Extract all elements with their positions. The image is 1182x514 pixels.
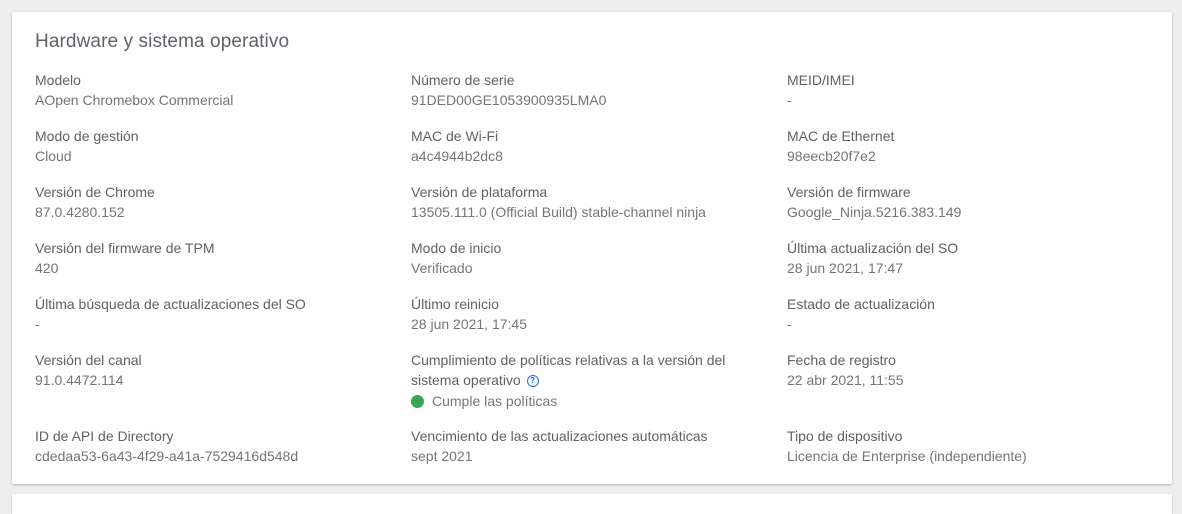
field-cumplimiento: Cumplimiento de políticas relativas a la…	[411, 350, 751, 411]
field-value: 87.0.4280.152	[35, 204, 125, 220]
field-label: Vencimiento de las actualizaciones autom…	[411, 428, 708, 444]
field-label: MAC de Ethernet	[787, 128, 895, 144]
field-label: Estado de actualización	[787, 296, 935, 312]
field-value: sept 2021	[411, 448, 473, 464]
field-version-firmware-tpm: Versión del firmware de TPM 420	[35, 238, 395, 278]
compliance-status: Cumple las políticas	[411, 391, 751, 411]
field-id-api-directory: ID de API de Directory cdedaa53-6a43-4f2…	[35, 426, 395, 466]
field-label: Modo de gestión	[35, 128, 139, 144]
field-label: Versión del canal	[35, 352, 142, 368]
field-fecha-registro: Fecha de registro 22 abr 2021, 11:55	[787, 350, 1147, 390]
field-vencimiento: Vencimiento de las actualizaciones autom…	[411, 426, 771, 466]
field-label: MAC de Wi-Fi	[411, 128, 499, 144]
field-meid-imei: MEID/IMEI -	[787, 70, 1147, 110]
field-label: ID de API de Directory	[35, 428, 174, 444]
field-numero-serie: Número de serie 91DED00GE1053900935LMA0	[411, 70, 771, 110]
field-value: 28 jun 2021, 17:45	[411, 316, 527, 332]
field-modo-inicio: Modo de inicio Verificado	[411, 238, 771, 278]
field-ultima-actualizacion-so: Última actualización del SO 28 jun 2021,…	[787, 238, 1147, 278]
field-value: 420	[35, 260, 59, 276]
field-estado-actualizacion: Estado de actualización -	[787, 294, 1147, 334]
field-label: Última actualización del SO	[787, 240, 959, 256]
field-value: Verificado	[411, 260, 473, 276]
status-text: Cumple las políticas	[432, 393, 558, 409]
field-label-line2: sistema operativo ?	[411, 370, 751, 390]
field-value: -	[787, 92, 792, 108]
field-value: cdedaa53-6a43-4f29-a41a-7529416d548d	[35, 448, 299, 464]
field-label: Versión de Chrome	[35, 184, 155, 200]
field-value: Licencia de Enterprise (independiente)	[787, 448, 1027, 464]
field-value: 91.0.4472.114	[35, 372, 124, 388]
field-label: Número de serie	[411, 72, 515, 88]
field-modo-gestion: Modo de gestión Cloud	[35, 126, 395, 166]
field-value: 28 jun 2021, 17:47	[787, 260, 903, 276]
field-label: Fecha de registro	[787, 352, 896, 368]
field-value: Google_Ninja.5216.383.149	[787, 204, 962, 220]
field-value: AOpen Chromebox Commercial	[35, 92, 234, 108]
field-value: 98eecb20f7e2	[787, 148, 876, 164]
field-label-line1: Cumplimiento de políticas relativas a la…	[411, 352, 726, 368]
next-card	[12, 494, 1172, 514]
field-version-canal: Versión del canal 91.0.4472.114	[35, 350, 395, 390]
hardware-os-card: Hardware y sistema operativo Modelo AOpe…	[12, 12, 1172, 484]
field-value: a4c4944b2dc8	[411, 148, 503, 164]
field-ultimo-reinicio: Último reinicio 28 jun 2021, 17:45	[411, 294, 771, 334]
field-value: 22 abr 2021, 11:55	[787, 372, 904, 388]
field-version-chrome: Versión de Chrome 87.0.4280.152	[35, 182, 395, 222]
field-value: -	[787, 316, 792, 332]
field-label: Versión del firmware de TPM	[35, 240, 215, 256]
help-circle-icon[interactable]: ?	[526, 375, 539, 387]
field-value: -	[35, 316, 40, 332]
field-value: 91DED00GE1053900935LMA0	[411, 92, 607, 108]
field-label: Versión de plataforma	[411, 184, 548, 200]
field-label: Última búsqueda de actualizaciones del S…	[35, 296, 306, 312]
field-mac-ethernet: MAC de Ethernet 98eecb20f7e2	[787, 126, 1147, 166]
field-label: Versión de firmware	[787, 184, 911, 200]
field-mac-wifi: MAC de Wi-Fi a4c4944b2dc8	[411, 126, 771, 166]
field-label: Modelo	[35, 72, 81, 88]
field-label-text: sistema operativo	[411, 372, 521, 388]
field-label: Modo de inicio	[411, 240, 502, 256]
status-dot-icon	[411, 394, 424, 408]
field-label: MEID/IMEI	[787, 72, 855, 88]
card-title: Hardware y sistema operativo	[35, 31, 290, 52]
field-version-firmware: Versión de firmware Google_Ninja.5216.38…	[787, 182, 1147, 222]
field-version-plataforma: Versión de plataforma 13505.111.0 (Offic…	[411, 182, 771, 222]
field-label: Tipo de dispositivo	[787, 428, 903, 444]
field-ultima-busqueda: Última búsqueda de actualizaciones del S…	[35, 294, 395, 334]
field-value: Cloud	[35, 148, 72, 164]
field-modelo: Modelo AOpen Chromebox Commercial	[35, 70, 395, 110]
field-tipo-dispositivo: Tipo de dispositivo Licencia de Enterpri…	[787, 426, 1147, 466]
field-value: 13505.111.0 (Official Build) stable-chan…	[411, 204, 706, 220]
field-label: Último reinicio	[411, 296, 499, 312]
